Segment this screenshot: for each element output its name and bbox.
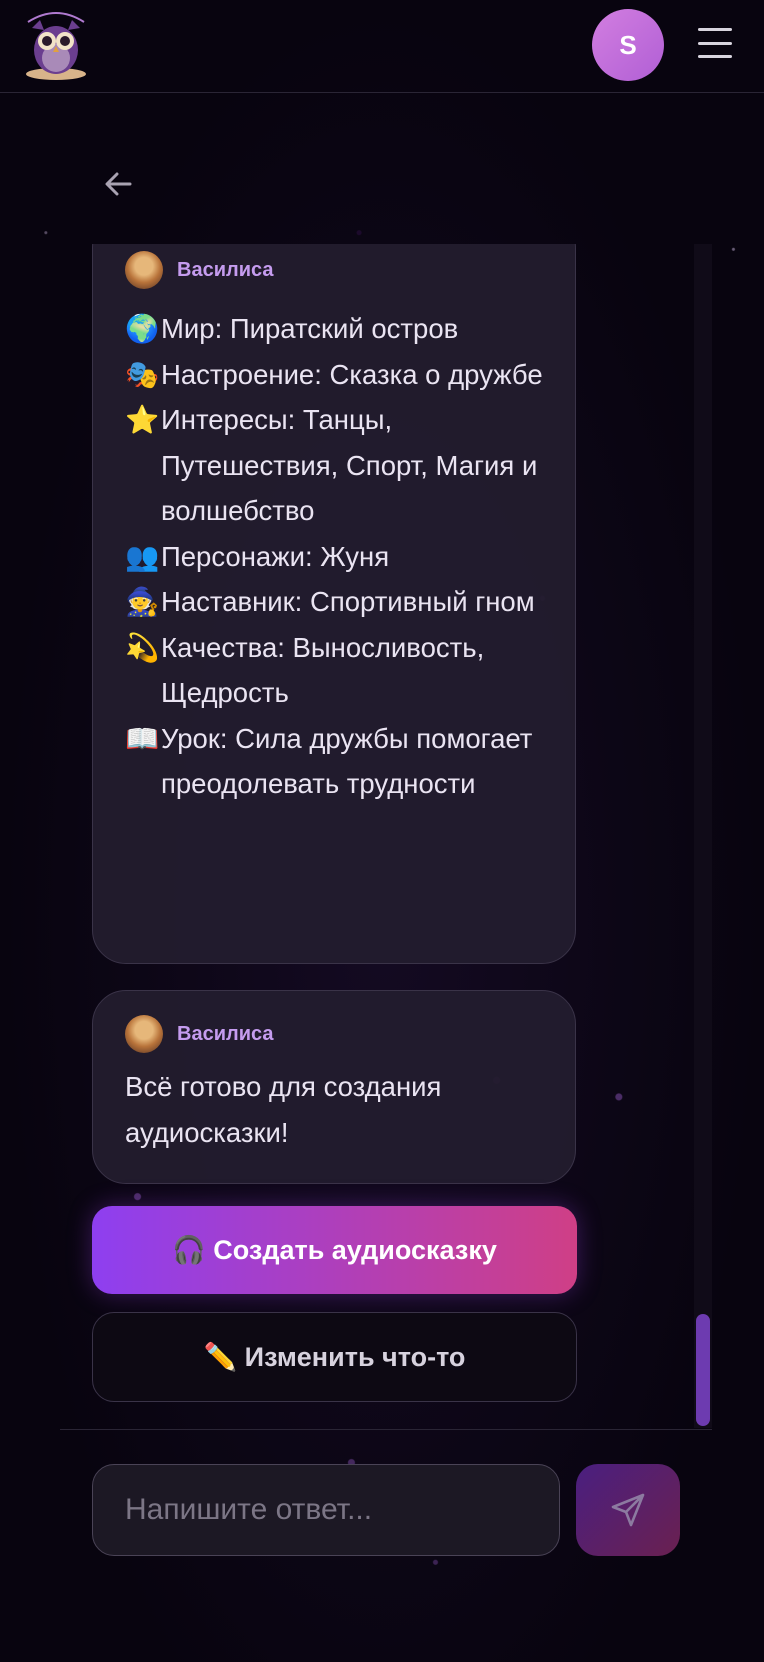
- back-arrow-icon[interactable]: [100, 164, 140, 204]
- summary-line-qualities: 💫 Качества: Выносливость, Щедрость: [125, 625, 555, 716]
- message-sender: Василиса: [125, 251, 273, 289]
- hamburger-menu-icon[interactable]: [698, 28, 732, 58]
- create-audiotale-button[interactable]: 🎧 Создать аудиосказку: [92, 1206, 577, 1294]
- message-text: Всё готово для создания аудиосказки!: [125, 1071, 442, 1148]
- summary-line-characters: 👥 Персонажи: Жуня: [125, 534, 555, 580]
- avatar-initial: S: [619, 29, 637, 60]
- summary-line-interests: ⭐ Интересы: Танцы, Путешествия, Спорт, М…: [125, 397, 555, 534]
- sender-name: Василиса: [177, 1022, 274, 1045]
- summary-line-lesson: 📖 Урок: Сила дружбы помогает преодолеват…: [125, 716, 555, 807]
- chat-message-list: Василиса 🌍 Мир: Пиратский остров 🎭 Настр…: [60, 244, 710, 1430]
- globe-icon: 🌍: [125, 313, 160, 344]
- user-avatar-button[interactable]: S: [592, 9, 664, 81]
- summary-line-mood: 🎭 Настроение: Сказка о дружбе: [125, 352, 555, 398]
- assistant-message-bubble: Василиса 🌍 Мир: Пиратский остров 🎭 Настр…: [92, 244, 576, 964]
- open-book-icon: 📖: [125, 722, 160, 754]
- assistant-message-bubble: Василиса Всё готово для создания аудиоск…: [92, 990, 576, 1184]
- theater-masks-icon: 🎭: [125, 358, 160, 390]
- wizard-icon: 🧙: [125, 586, 160, 617]
- summary-line-world: 🌍 Мир: Пиратский остров: [125, 306, 555, 352]
- message-sender: Василиса: [125, 1015, 273, 1053]
- owl-logo-icon[interactable]: [18, 8, 94, 84]
- reply-input[interactable]: Напишите ответ...: [92, 1464, 560, 1556]
- edit-something-button[interactable]: ✏️ Изменить что-то: [92, 1312, 577, 1402]
- star-icon: ⭐: [125, 404, 160, 435]
- send-arrow-icon: [611, 1493, 645, 1527]
- composer-divider: [60, 1429, 712, 1430]
- people-icon: 👥: [125, 540, 160, 572]
- send-button[interactable]: [576, 1464, 680, 1556]
- summary-line-mentor: 🧙 Наставник: Спортивный гном: [125, 579, 555, 625]
- sender-name: Василиса: [177, 258, 274, 281]
- dizzy-star-icon: 💫: [125, 631, 160, 663]
- sender-avatar: [125, 251, 163, 289]
- sender-avatar: [125, 1015, 163, 1053]
- message-text: 🌍 Мир: Пиратский остров 🎭 Настроение: Ск…: [125, 306, 555, 807]
- top-header: S: [0, 0, 764, 93]
